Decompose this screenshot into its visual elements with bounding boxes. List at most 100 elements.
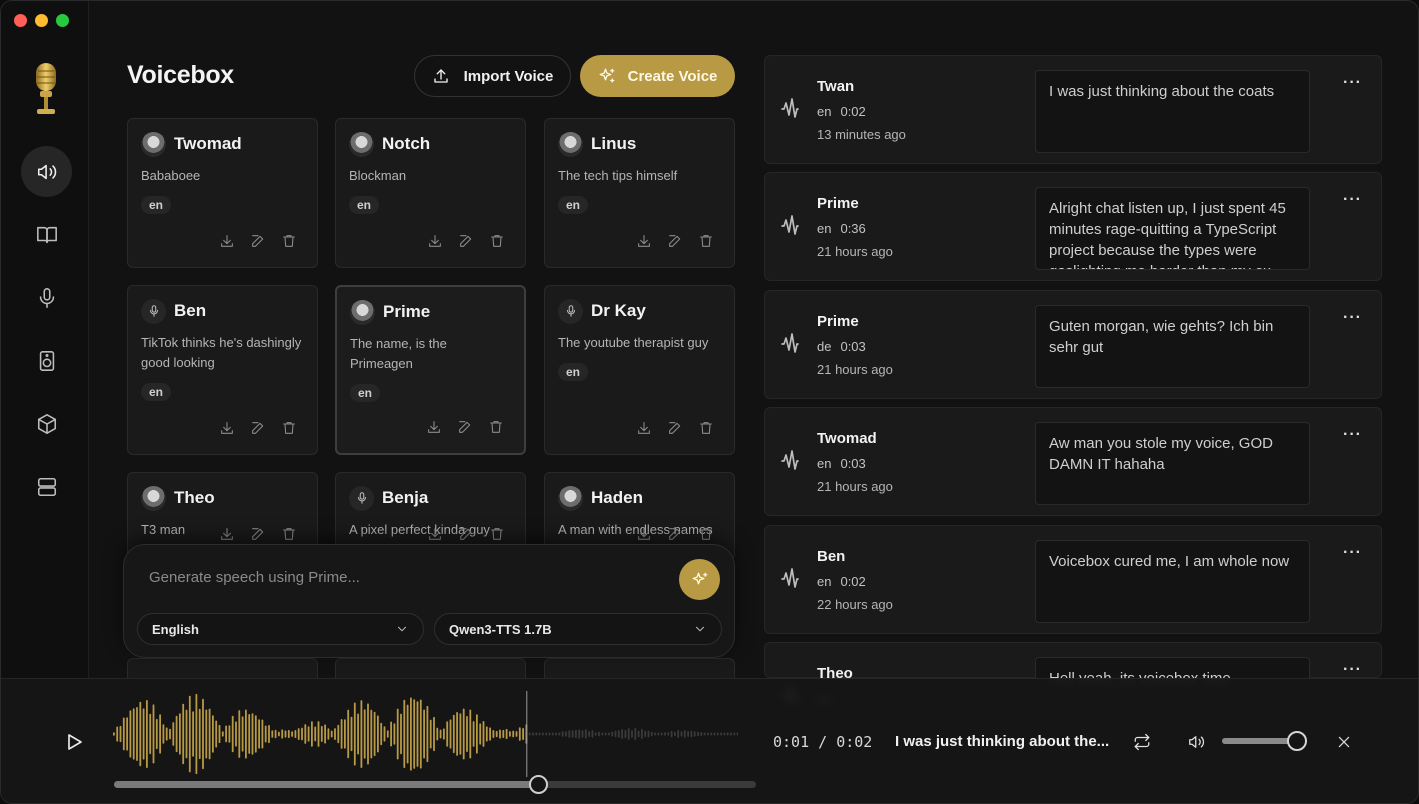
volume-fill <box>1222 738 1297 744</box>
download-icon[interactable] <box>636 526 652 542</box>
trash-icon[interactable] <box>281 420 297 436</box>
edit-icon[interactable] <box>250 420 266 436</box>
waveform-bar <box>192 711 194 757</box>
waveform-bar <box>264 725 267 743</box>
volume-slider[interactable] <box>1222 731 1307 751</box>
repeat-button[interactable] <box>1133 733 1151 756</box>
sidebar-item-voices[interactable] <box>21 146 72 197</box>
waveform-bar <box>380 722 383 746</box>
history-item[interactable]: Twomad en 0:03 21 hours ago Aw man you st… <box>764 407 1382 516</box>
create-voice-button[interactable]: Create Voice <box>580 55 735 97</box>
history-item[interactable]: Ben en 0:02 22 hours ago Voicebox cured m… <box>764 525 1382 634</box>
audio-waveform-icon <box>780 333 800 355</box>
waveform-bar <box>274 729 277 739</box>
progress-handle[interactable] <box>528 775 548 794</box>
voice-card[interactable]: Dr Kay The youtube therapist guy en <box>544 285 735 455</box>
more-options-button[interactable]: ··· <box>1343 74 1362 92</box>
trash-icon[interactable] <box>698 420 714 436</box>
close-player-button[interactable] <box>1336 734 1352 755</box>
edit-icon[interactable] <box>667 526 683 542</box>
voice-card[interactable]: Linus The tech tips himself en <box>544 118 735 268</box>
sidebar-item-record[interactable] <box>21 272 72 323</box>
trash-icon[interactable] <box>489 526 505 542</box>
waveform-bar <box>347 709 350 759</box>
import-voice-button[interactable]: Import Voice <box>414 55 571 97</box>
waveform-bar <box>515 731 518 737</box>
minimize-window-button[interactable] <box>35 14 48 27</box>
sidebar-item-models[interactable] <box>21 398 72 449</box>
more-options-button[interactable]: ··· <box>1343 309 1362 327</box>
waveform-bar <box>205 709 208 759</box>
waveform-bar <box>317 721 320 747</box>
close-window-button[interactable] <box>14 14 27 27</box>
waveform-bar <box>443 728 445 740</box>
voice-card[interactable]: Twomad Bababoee en <box>127 118 318 268</box>
history-text[interactable]: Guten morgan, wie gehts? Ich bin sehr gu… <box>1035 305 1310 388</box>
generate-button[interactable] <box>679 559 720 600</box>
progress-bar[interactable] <box>114 775 756 794</box>
history-text[interactable]: I was just thinking about the coats <box>1035 70 1310 153</box>
history-item[interactable]: Theo en Hell yeah, its voicebox time ··· <box>764 642 1382 740</box>
generate-speech-input[interactable]: Generate speech using Prime... <box>149 569 360 586</box>
voice-card[interactable]: Notch Blockman en <box>335 118 526 268</box>
edit-icon[interactable] <box>250 526 266 542</box>
waveform-bar <box>235 721 237 747</box>
download-icon[interactable] <box>636 420 652 436</box>
download-icon[interactable] <box>219 233 235 249</box>
waveform-bar <box>565 731 567 737</box>
waveform-bar <box>294 730 297 738</box>
volume-handle[interactable] <box>1286 731 1307 751</box>
volume-button[interactable] <box>1187 733 1206 756</box>
trash-icon[interactable] <box>698 526 714 542</box>
trash-icon[interactable] <box>698 233 714 249</box>
waveform-bar <box>149 713 152 755</box>
download-icon[interactable] <box>636 233 652 249</box>
speaker-icon <box>37 164 56 179</box>
waveform[interactable] <box>113 689 738 779</box>
download-icon[interactable] <box>427 526 443 542</box>
waveform-bar <box>594 732 597 736</box>
history-voice-name: Prime <box>817 195 859 212</box>
history-text[interactable]: Aw man you stole my voice, GOD DAMN IT h… <box>1035 422 1310 505</box>
waveform-bar <box>152 704 155 764</box>
download-icon[interactable] <box>426 419 442 435</box>
voice-name: Dr Kay <box>591 301 646 320</box>
edit-icon[interactable] <box>667 233 683 249</box>
maximize-window-button[interactable] <box>56 14 69 27</box>
language-select[interactable]: English <box>137 613 424 645</box>
download-icon[interactable] <box>219 420 235 436</box>
edit-icon[interactable] <box>457 419 473 435</box>
more-options-button[interactable]: ··· <box>1343 191 1362 209</box>
edit-icon[interactable] <box>250 233 266 249</box>
sidebar-item-audio[interactable] <box>21 335 72 386</box>
edit-icon[interactable] <box>458 526 474 542</box>
sidebar-item-server[interactable] <box>21 461 72 512</box>
history-text[interactable]: Alright chat listen up, I just spent 45 … <box>1035 187 1310 270</box>
history-text[interactable]: Voicebox cured me, I am whole now <box>1035 540 1310 623</box>
trash-icon[interactable] <box>281 526 297 542</box>
waveform-bar <box>551 732 554 736</box>
waveform-bar <box>489 727 491 741</box>
waveform-bar <box>334 728 336 740</box>
more-options-button[interactable]: ··· <box>1343 544 1362 562</box>
trash-icon[interactable] <box>488 419 504 435</box>
download-icon[interactable] <box>427 233 443 249</box>
history-item[interactable]: Prime en 0:36 21 hours ago Alright chat l… <box>764 172 1382 281</box>
more-options-button[interactable]: ··· <box>1343 426 1362 444</box>
history-item[interactable]: Prime de 0:03 21 hours ago Guten morgan, … <box>764 290 1382 399</box>
model-select[interactable]: Qwen3-TTS 1.7B <box>434 613 722 645</box>
voice-name: Notch <box>382 134 431 153</box>
more-options-button[interactable]: ··· <box>1343 661 1362 679</box>
trash-icon[interactable] <box>489 233 505 249</box>
play-button[interactable] <box>67 733 83 751</box>
voice-card[interactable]: Prime The name, is the Primeagen en <box>335 285 526 455</box>
history-item[interactable]: Twan en 0:02 13 minutes ago I was just th… <box>764 55 1382 164</box>
edit-icon[interactable] <box>458 233 474 249</box>
edit-icon[interactable] <box>667 420 683 436</box>
waveform-bar <box>301 727 303 741</box>
voice-card[interactable]: Ben TikTok thinks he's dashingly good lo… <box>127 285 318 455</box>
trash-icon[interactable] <box>281 233 297 249</box>
waveform-bar <box>601 732 604 736</box>
download-icon[interactable] <box>219 526 235 542</box>
sidebar-item-stories[interactable] <box>21 209 72 260</box>
